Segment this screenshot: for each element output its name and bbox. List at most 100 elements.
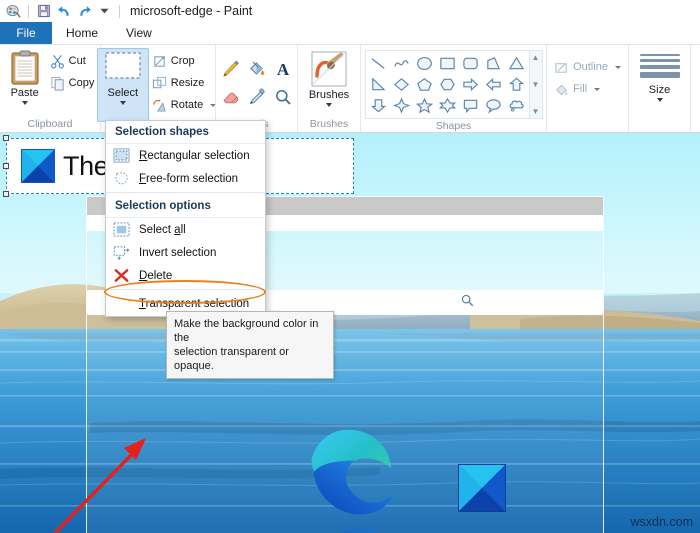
paint-app-icon[interactable] [4, 2, 22, 20]
menu-item-free-form-selection[interactable]: Free-form selection [106, 167, 265, 190]
fill-dropdown-caret-icon[interactable] [594, 87, 601, 91]
save-icon[interactable] [35, 2, 53, 20]
paste-button[interactable]: Paste [3, 48, 47, 107]
hexagon-shape-icon[interactable] [438, 76, 457, 93]
menu-item-rectangular-selection[interactable]: Rectangular selection [106, 144, 265, 167]
cut-icon [50, 54, 65, 69]
customize-quick-access-icon[interactable] [95, 2, 113, 20]
menu-separator-2 [106, 289, 265, 290]
size-button[interactable]: Size [635, 48, 685, 104]
five-point-star-shape-icon[interactable] [415, 97, 434, 114]
menu-item-invert-selection[interactable]: Invert selection [106, 241, 265, 264]
paste-icon [9, 50, 41, 86]
fill-icon [554, 82, 569, 97]
cloud-callout-shape-icon[interactable] [507, 97, 526, 114]
paste-dropdown-caret-icon[interactable] [21, 101, 28, 105]
outline-fill-buttons: Outline Fill [551, 48, 624, 100]
menu-item-label: Delete [139, 269, 173, 282]
tooltip: Make the background color in the selecti… [166, 311, 334, 379]
right-arrow-shape-icon[interactable] [461, 76, 480, 93]
outline-icon [554, 60, 569, 75]
outline-button[interactable]: Outline [551, 56, 624, 78]
rounded-rectangle-shape-icon[interactable] [461, 55, 480, 72]
color-1-button[interactable]: Color 1 [697, 52, 700, 116]
tab-file[interactable]: File [0, 22, 52, 44]
selection-handle-w[interactable] [3, 163, 9, 169]
undo-icon[interactable] [55, 2, 73, 20]
ribbon-group-brushes: Brushes Brushes [297, 45, 360, 132]
transparent-selection-icon [110, 294, 132, 313]
tooltip-line-2: selection transparent or opaque. [174, 346, 289, 372]
qat-separator-2 [119, 4, 120, 18]
copy-icon [50, 76, 65, 91]
shapes-scrollbar[interactable]: ▲ ▼ ▼ [528, 51, 542, 118]
pencil-icon[interactable] [221, 59, 241, 79]
shapes-gallery[interactable]: ▲ ▼ ▼ [364, 50, 543, 119]
four-point-star-shape-icon[interactable] [392, 97, 411, 114]
line-shape-icon[interactable] [369, 55, 388, 72]
tab-view[interactable]: View [112, 22, 166, 44]
cut-button[interactable]: Cut [47, 50, 98, 72]
menu-item-select-all[interactable]: Select all [106, 218, 265, 241]
brushes-button[interactable]: Brushes [304, 48, 354, 109]
copy-button[interactable]: Copy [47, 72, 98, 94]
select-all-icon [110, 220, 132, 239]
eraser-icon[interactable] [221, 87, 241, 107]
fill-button[interactable]: Fill [551, 78, 624, 100]
six-point-star-shape-icon[interactable] [438, 97, 457, 114]
outline-dropdown-caret-icon[interactable] [614, 65, 621, 69]
text-icon[interactable]: A [273, 59, 293, 79]
pentagon-shape-icon[interactable] [415, 76, 434, 93]
thewindowsclub-logo-on-canvas [458, 464, 506, 512]
size-label: Size [648, 84, 671, 96]
shapes-scroll-down-icon[interactable]: ▼ [532, 80, 540, 89]
shapes-expand-icon[interactable]: ▼ [532, 107, 540, 116]
free-form-selection-icon [110, 169, 132, 188]
triangle-shape-icon[interactable] [507, 55, 526, 72]
tooltip-line-1: Make the background color in the [174, 318, 319, 344]
crop-button[interactable]: Crop [149, 50, 219, 72]
selection-handle-nw[interactable] [3, 135, 9, 141]
cut-label: Cut [68, 55, 86, 67]
delete-icon [110, 266, 132, 285]
rounded-callout-shape-icon[interactable] [461, 97, 480, 114]
curve-shape-icon[interactable] [392, 55, 411, 72]
size-dropdown-caret-icon[interactable] [656, 98, 663, 102]
resize-label: Resize [170, 77, 205, 89]
tab-home[interactable]: Home [52, 22, 113, 44]
magnifier-icon[interactable] [273, 87, 293, 107]
select-dropdown-caret-icon[interactable] [119, 101, 126, 105]
right-triangle-shape-icon[interactable] [369, 76, 388, 93]
window-title: microsoft-edge - Paint [130, 4, 253, 18]
rectangle-shape-icon[interactable] [438, 55, 457, 72]
selection-handle-sw[interactable] [3, 191, 9, 197]
resize-button[interactable]: Resize [149, 72, 219, 94]
down-arrow-shape-icon[interactable] [369, 97, 388, 114]
brushes-dropdown-caret-icon[interactable] [326, 103, 332, 107]
group-label-outline-fill [547, 117, 628, 132]
menu-item-delete[interactable]: Delete [106, 264, 265, 287]
rotate-button[interactable]: Rotate [149, 94, 219, 116]
menu-separator [106, 192, 265, 193]
ribbon-group-colors: Color 1 Color 2 [690, 45, 700, 132]
redo-icon[interactable] [75, 2, 93, 20]
diamond-shape-icon[interactable] [392, 76, 411, 93]
group-label-size [629, 117, 690, 132]
group-label-shapes: Shapes [435, 120, 472, 132]
left-arrow-shape-icon[interactable] [484, 76, 503, 93]
rotate-icon [152, 98, 167, 113]
menu-item-label: Free-form selection [139, 172, 239, 185]
oval-callout-shape-icon[interactable] [484, 97, 503, 114]
fill-with-color-icon[interactable] [247, 59, 267, 79]
ribbon-group-shapes: ▲ ▼ ▼ Shapes [360, 45, 546, 132]
thewindowsclub-logo-icon [21, 149, 55, 183]
menu-section-selection-options: Selection options [106, 195, 265, 218]
up-arrow-shape-icon[interactable] [507, 76, 526, 93]
shapes-scroll-up-icon[interactable]: ▲ [532, 53, 540, 62]
oval-shape-icon[interactable] [415, 55, 434, 72]
title-bar: microsoft-edge - Paint [0, 0, 700, 22]
select-button[interactable]: Select [96, 48, 149, 122]
ribbon-group-tools: A [215, 45, 297, 132]
color-picker-icon[interactable] [247, 87, 267, 107]
polygon-shape-icon[interactable] [484, 55, 503, 72]
